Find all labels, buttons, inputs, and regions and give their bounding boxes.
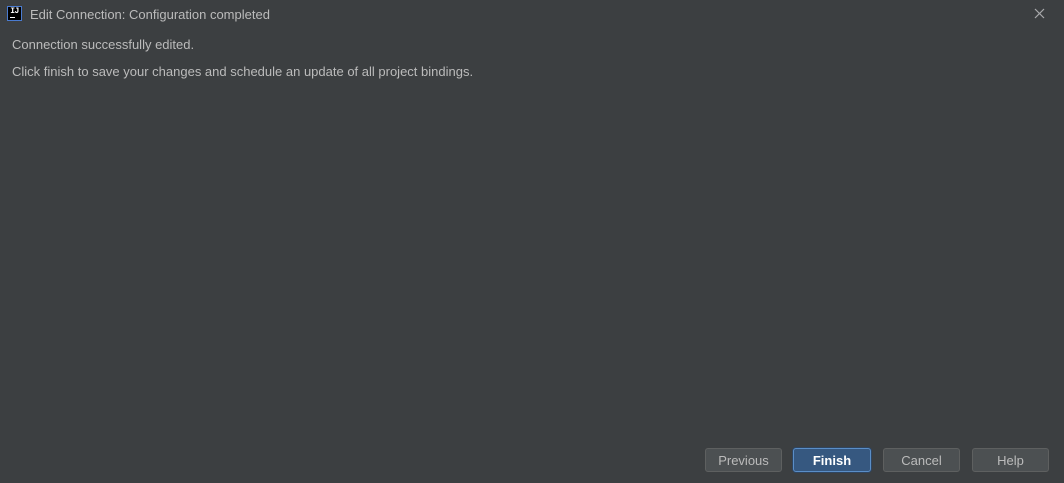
close-icon [1034, 8, 1045, 19]
edit-connection-dialog: IJ Edit Connection: Configuration comple… [0, 0, 1064, 483]
help-button[interactable]: Help [972, 448, 1049, 472]
close-button[interactable] [1030, 5, 1050, 25]
button-bar: Previous Finish Cancel Help [0, 448, 1064, 472]
finish-button[interactable]: Finish [793, 448, 871, 472]
intellij-app-icon: IJ [7, 6, 22, 21]
dialog-title: Edit Connection: Configuration completed [30, 7, 270, 22]
app-icon-underline [10, 17, 15, 18]
instruction-text: Click finish to save your changes and sc… [12, 64, 474, 79]
app-icon-glyph: IJ [10, 7, 19, 16]
previous-button[interactable]: Previous [705, 448, 782, 472]
success-message: Connection successfully edited. [12, 37, 195, 52]
cancel-button[interactable]: Cancel [883, 448, 960, 472]
title-bar: IJ Edit Connection: Configuration comple… [0, 0, 1064, 30]
dialog-content: Connection successfully edited. Click fi… [12, 37, 473, 80]
